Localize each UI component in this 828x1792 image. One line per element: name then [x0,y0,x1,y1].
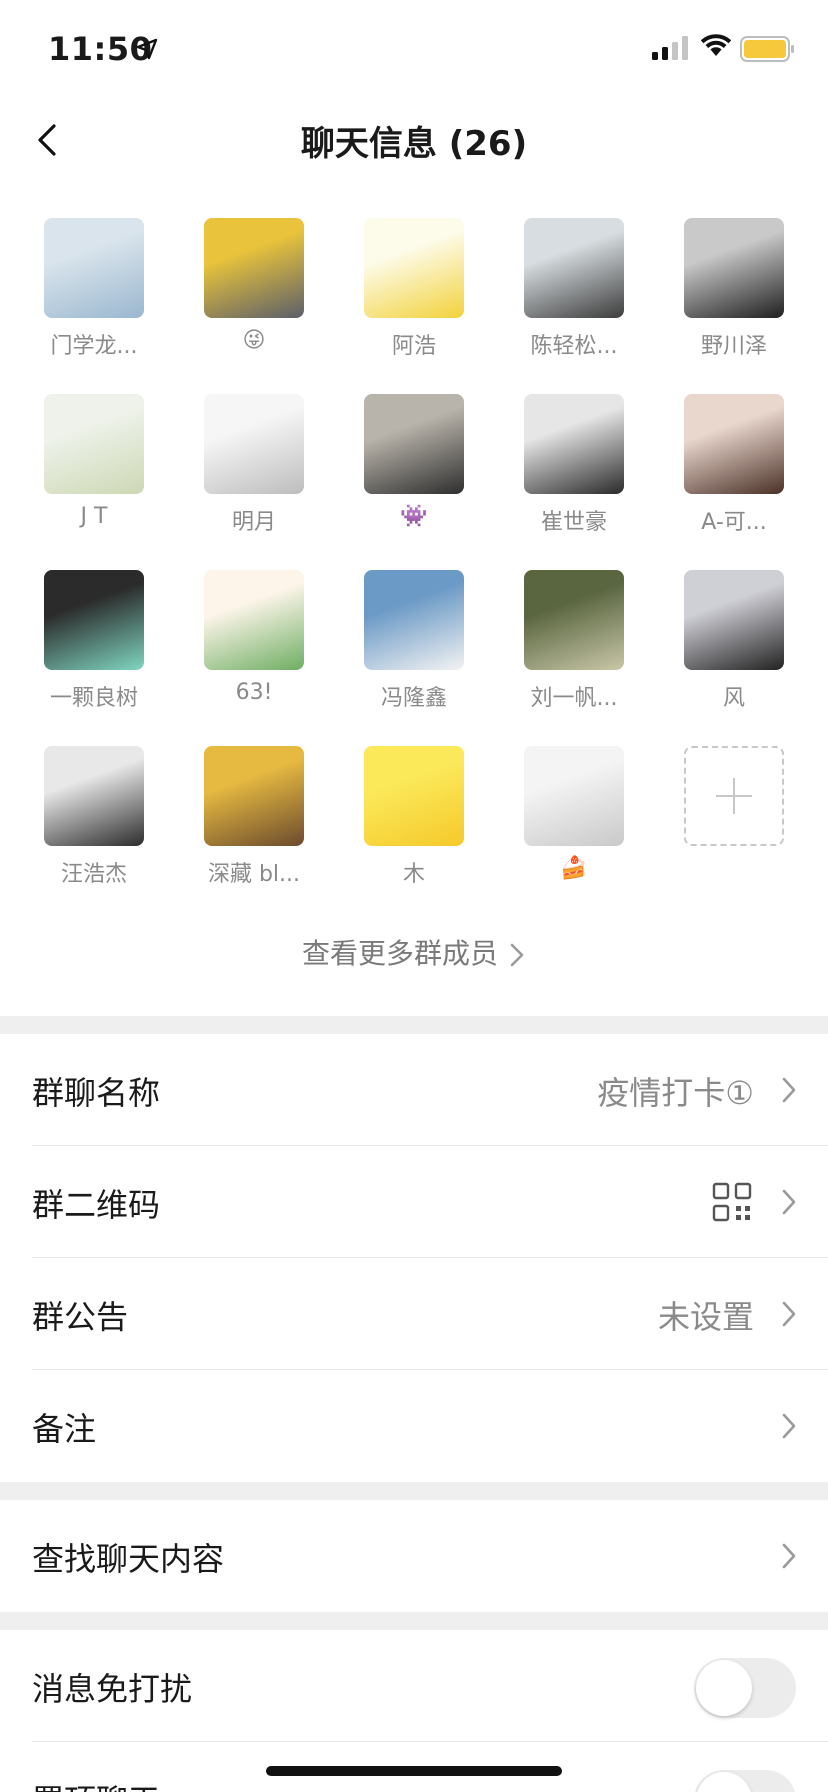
section-divider [0,1482,828,1500]
wifi-icon [700,34,732,56]
mute-label: 消息免打扰 [32,1670,193,1708]
more-members-link[interactable]: 查看更多群成员 [0,932,828,972]
member-name: 崔世豪 [540,510,607,535]
member-item[interactable]: 明月 [174,394,334,554]
member-name: 木 [402,862,425,887]
chevron-right-icon [782,1301,796,1327]
member-item[interactable]: 刘一帆... [494,570,654,730]
member-item[interactable]: 一颗良树 [14,570,174,730]
member-name: 一颗良树 [49,686,138,711]
avatar [44,746,144,846]
toggle-knob [696,1772,752,1792]
member-item[interactable]: 门学龙... [14,218,174,378]
chevron-right-icon [782,1077,796,1103]
chevron-right-icon [782,1413,796,1439]
section-divider [0,1612,828,1630]
toggle-knob [696,1660,752,1716]
more-members-label: 查看更多群成员 [301,937,498,970]
group-qr-row[interactable]: 群二维码 [0,1146,828,1258]
member-name: 🍰 [560,856,588,881]
member-item[interactable]: 风 [654,570,814,730]
avatar [44,218,144,318]
member-name: 👾 [400,504,428,529]
remark-row[interactable]: 备注 [0,1370,828,1482]
member-item[interactable]: A-可... [654,394,814,554]
location-arrow-icon [136,38,158,60]
qr-code-icon [712,1182,752,1222]
member-name: J T [80,504,108,529]
member-name: 陈轻松... [530,334,618,359]
status-bar: 11:50 [0,0,828,100]
page-title: 聊天信息 (26) [300,124,528,164]
pin-toggle[interactable] [694,1770,796,1792]
pin-label: 置顶聊天 [32,1776,160,1792]
member-name: A-可... [701,510,767,535]
member-name: 冯隆鑫 [380,686,447,711]
group-name-value: 疫情打卡① [597,1074,754,1112]
group-name-row[interactable]: 群聊名称 疫情打卡① [0,1034,828,1146]
member-item[interactable]: 木 [334,746,494,906]
chevron-right-icon [510,943,524,967]
avatar [364,394,464,494]
member-name: 😜 [242,328,266,353]
group-notice-label: 群公告 [32,1298,129,1336]
nav-bar: 聊天信息 (26) [0,100,828,180]
member-name: 风 [722,686,745,711]
member-item[interactable]: 野川泽 [654,218,814,378]
member-name: 阿浩 [391,334,436,359]
search-chat-row[interactable]: 查找聊天内容 [0,1500,828,1612]
remark-label: 备注 [32,1410,97,1448]
add-member-button[interactable] [654,746,814,906]
member-name: 汪浩杰 [60,862,127,887]
signal-icon [652,36,688,60]
member-item[interactable]: 阿浩 [334,218,494,378]
plus-icon [684,746,784,846]
member-item[interactable]: 🍰 [494,746,654,906]
member-item[interactable]: 63! [174,570,334,730]
avatar [684,394,784,494]
search-chat-label: 查找聊天内容 [32,1540,225,1578]
avatar [684,570,784,670]
avatar [524,570,624,670]
group-qr-label: 群二维码 [32,1186,161,1224]
mute-row: 消息免打扰 [0,1630,828,1742]
avatar [204,570,304,670]
chevron-right-icon [782,1189,796,1215]
member-name: 63! [235,680,273,705]
avatar [204,218,304,318]
member-item[interactable]: 汪浩杰 [14,746,174,906]
member-item[interactable]: 崔世豪 [494,394,654,554]
section-divider [0,1016,828,1034]
avatar [364,746,464,846]
avatar [44,394,144,494]
member-item[interactable]: 陈轻松... [494,218,654,378]
member-item[interactable]: 😜 [174,218,334,378]
avatar [364,570,464,670]
avatar [364,218,464,318]
avatar [204,394,304,494]
battery-icon [740,36,794,62]
avatar [44,570,144,670]
group-notice-row[interactable]: 群公告 未设置 [0,1258,828,1370]
home-indicator [266,1766,562,1776]
group-name-label: 群聊名称 [32,1074,161,1112]
avatar [524,218,624,318]
mute-toggle[interactable] [694,1658,796,1718]
avatar [204,746,304,846]
member-item[interactable]: 👾 [334,394,494,554]
member-item[interactable]: 冯隆鑫 [334,570,494,730]
member-name: 深藏 bl... [207,862,301,887]
avatar [524,746,624,846]
member-name: 刘一帆... [530,686,618,711]
chevron-right-icon [782,1543,796,1569]
avatar [684,218,784,318]
member-name: 明月 [231,510,276,535]
member-name: 野川泽 [700,334,767,359]
member-item[interactable]: 深藏 bl... [174,746,334,906]
group-notice-value: 未设置 [657,1298,754,1336]
member-item[interactable]: J T [14,394,174,554]
avatar [524,394,624,494]
member-name: 门学龙... [50,334,138,359]
